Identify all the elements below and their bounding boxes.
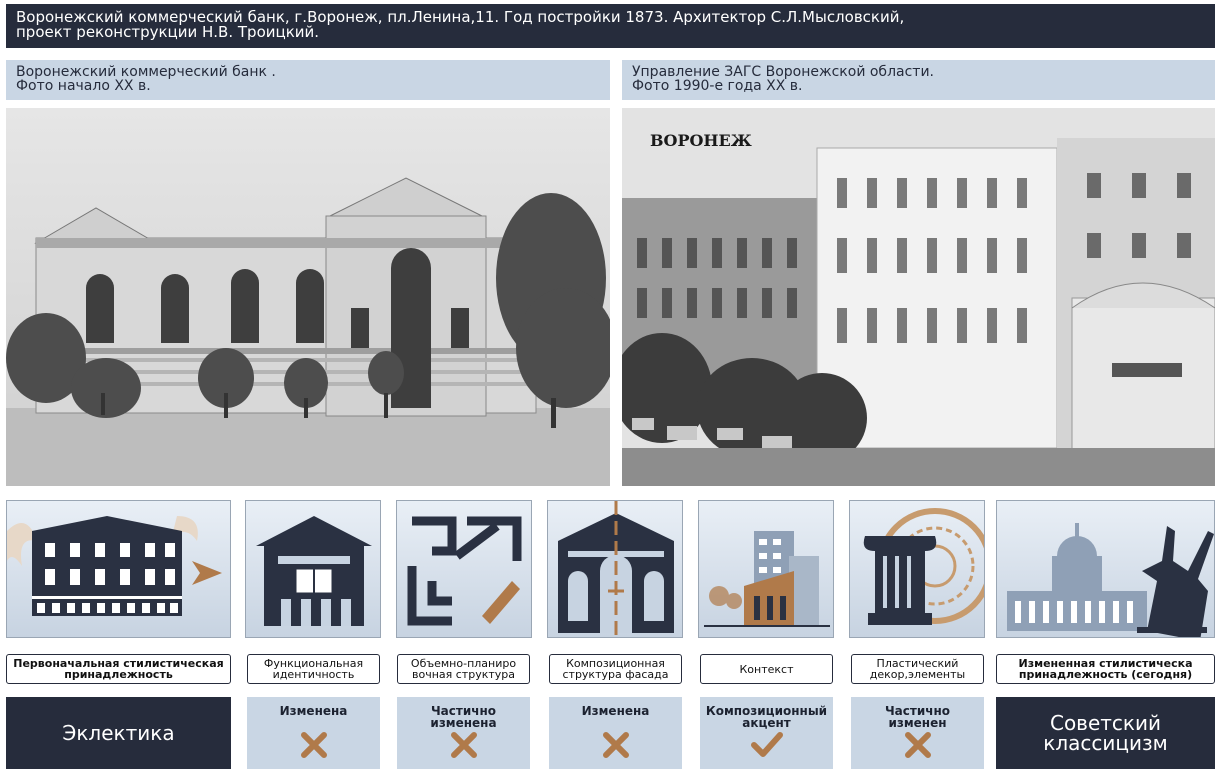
tile-current-style <box>996 500 1215 638</box>
title-line-2: проект реконструкции Н.В. Троицкий. <box>16 23 320 41</box>
right-caption-line-2: Фото 1990-е года XX в. <box>632 78 803 94</box>
label-original-style: Первоначальная стилистическая принадлежн… <box>6 654 231 684</box>
historic-bank-photo <box>6 108 610 486</box>
status-functional-identity: Изменена <box>247 697 380 769</box>
right-photo-caption: Управление ЗАГС Воронежской области. Фот… <box>622 60 1215 100</box>
label-volume-structure: Объемно-планиро вочная структура <box>397 654 530 684</box>
original-style-value: Эклектика <box>6 697 231 769</box>
cross-icon <box>450 731 478 763</box>
label-context: Контекст <box>700 654 833 684</box>
voronezh-overlay-text: ВОРОНЕЖ <box>650 131 752 150</box>
current-style-value: Советский классицизм <box>996 697 1215 769</box>
status-volume-structure: Частично изменена <box>397 697 530 769</box>
label-functional-identity: Функциональная идентичность <box>247 654 380 684</box>
floor-plan-icon <box>397 516 531 637</box>
city-context-icon <box>699 531 833 637</box>
status-facade-composition: Изменена <box>549 697 682 769</box>
cross-icon <box>300 731 328 763</box>
status-text: Частично изменен <box>884 704 951 730</box>
left-caption-line-1: Воронежский коммерческий банк . <box>16 64 276 80</box>
facade-icon <box>548 501 682 637</box>
left-photo-caption: Воронежский коммерческий банк . Фото нач… <box>6 60 610 100</box>
check-icon <box>750 731 784 763</box>
tile-decor-elements <box>849 500 985 638</box>
label-decor-elements: Пластический декор,элементы <box>851 654 984 684</box>
status-text: Изменена <box>279 704 348 718</box>
tile-volume-structure <box>396 500 532 638</box>
tile-original-style <box>6 500 231 638</box>
left-caption-line-2: Фото начало XX в. <box>16 78 151 94</box>
tile-functional-identity <box>245 500 381 638</box>
status-text: Частично изменена <box>430 704 497 730</box>
classical-building-icon <box>7 516 230 637</box>
column-ornament-icon <box>850 508 984 637</box>
arrow-right-icon <box>192 561 222 585</box>
status-decor-elements: Частично изменен <box>851 697 984 769</box>
label-facade-composition: Композиционная структура фасада <box>549 654 682 684</box>
right-caption-line-1: Управление ЗАГС Воронежской области. <box>632 64 934 80</box>
page-title: Воронежский коммерческий банк, г.Воронеж… <box>6 4 1215 48</box>
soviet-monument-icon <box>997 523 1214 637</box>
library-book-icon <box>246 516 380 637</box>
tile-facade-composition <box>547 500 683 638</box>
original-style-text: Эклектика <box>62 721 175 745</box>
current-style-line-1: Советский <box>1049 711 1161 735</box>
cross-icon <box>602 731 630 763</box>
status-text: Изменена <box>581 704 650 718</box>
label-current-style: Измененная стилистическа принадлежность … <box>996 654 1215 684</box>
modern-zags-photo: ВОРОНЕЖ <box>622 108 1215 486</box>
status-context: Композиционный акцент <box>700 697 833 769</box>
cross-icon <box>904 731 932 763</box>
status-text: Композиционный акцент <box>705 704 828 730</box>
tile-context <box>698 500 834 638</box>
current-style-line-2: классицизм <box>1043 731 1168 755</box>
